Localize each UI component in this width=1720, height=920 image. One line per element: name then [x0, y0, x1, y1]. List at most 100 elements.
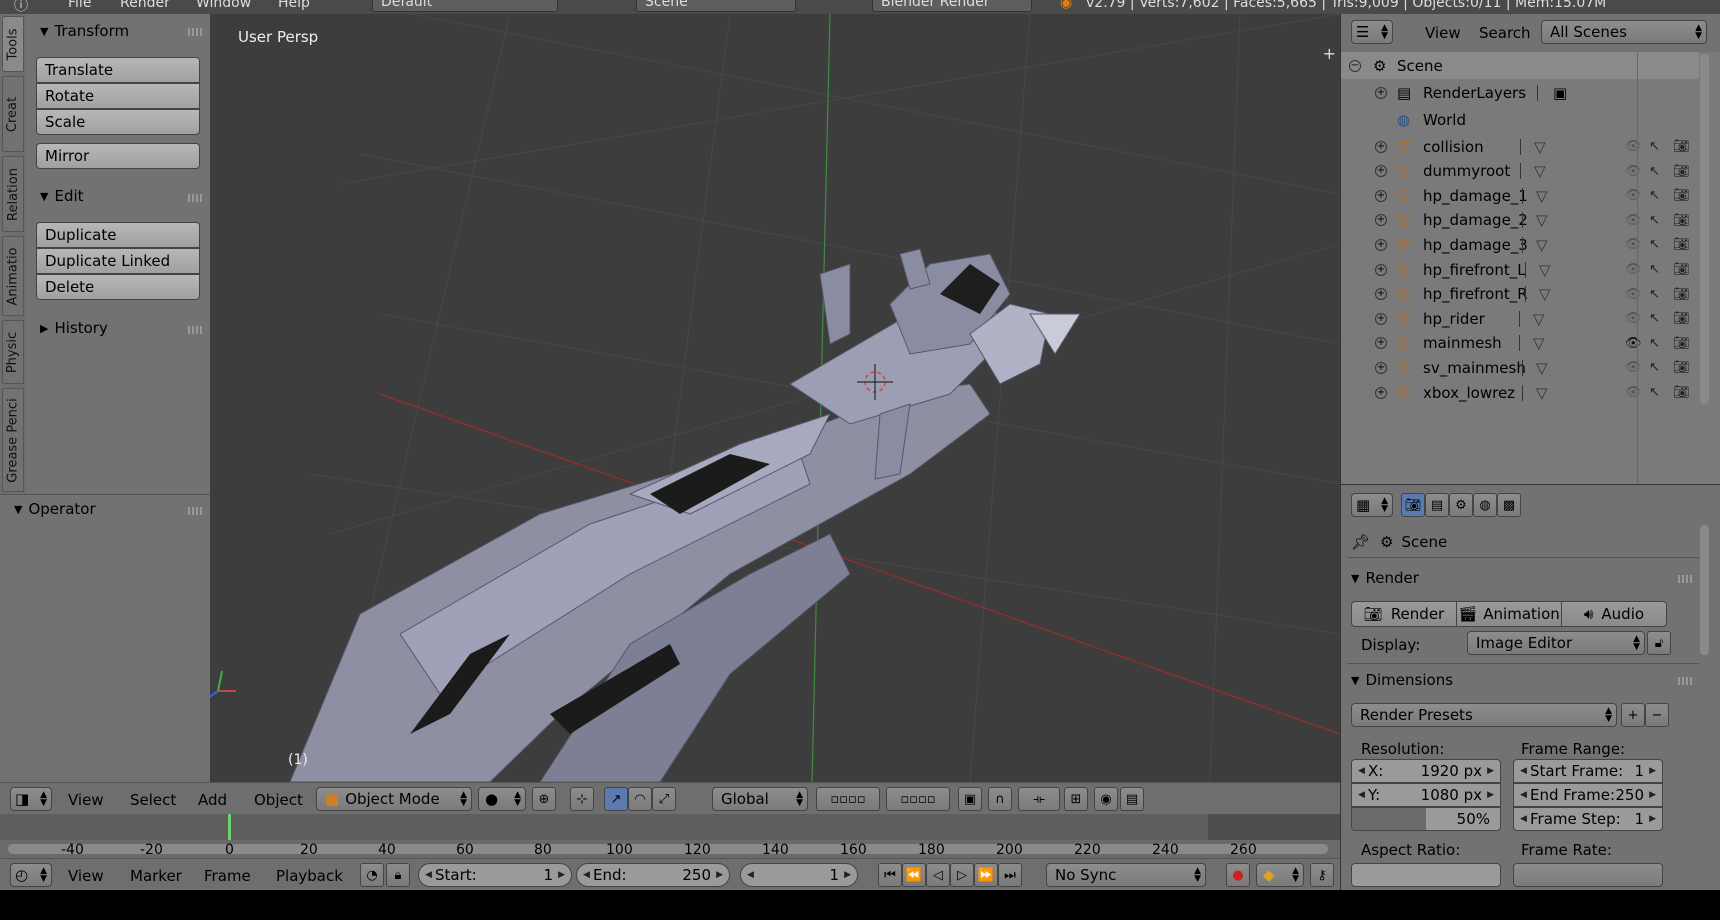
- selectability-arrow-icon[interactable]: ↖: [1649, 213, 1660, 228]
- selectability-arrow-icon[interactable]: ↖: [1649, 287, 1660, 302]
- rotate-button[interactable]: Rotate: [36, 83, 200, 109]
- renderability-camera-icon[interactable]: 📷︎: [1673, 385, 1690, 400]
- selectability-arrow-icon[interactable]: ↖: [1649, 262, 1660, 277]
- outliner-row-renderlayers[interactable]: + ▤ RenderLayers ▣: [1341, 79, 1699, 106]
- current-frame-field[interactable]: ◀ 1 ▶: [740, 863, 858, 887]
- expand-icon[interactable]: +: [1375, 288, 1387, 301]
- renderability-camera-icon[interactable]: 📷︎: [1673, 287, 1690, 302]
- tab-relation[interactable]: Relation: [2, 156, 24, 232]
- resolution-x-field[interactable]: ◀ X: 1920 px ▶: [1351, 759, 1501, 783]
- world-context-icon[interactable]: ◍: [1473, 493, 1497, 517]
- duplicate-button[interactable]: Duplicate: [36, 222, 200, 248]
- render-context-icon[interactable]: 📷︎: [1401, 493, 1425, 517]
- outliner-row-scene[interactable]: − ⚙ Scene: [1341, 52, 1699, 79]
- visibility-eye-icon[interactable]: 👁︎: [1625, 188, 1642, 203]
- properties-scrollbar[interactable]: [1700, 525, 1709, 655]
- selectability-arrow-icon[interactable]: ↖: [1649, 139, 1660, 154]
- aspect-x-field[interactable]: [1351, 863, 1501, 887]
- orientation-selector[interactable]: Global ▲ ▼: [712, 787, 808, 811]
- visibility-eye-icon[interactable]: 👁︎: [1625, 360, 1642, 375]
- tab-tools[interactable]: Tools: [2, 16, 24, 72]
- expand-icon[interactable]: +: [1375, 337, 1387, 350]
- drag-grip-icon[interactable]: [188, 194, 202, 202]
- info-icon[interactable]: ⓘ: [14, 0, 28, 14]
- outliner-row-object[interactable]: + ▽ mainmesh ▽ 👁︎ ↖ 📷︎: [1341, 330, 1699, 357]
- 3d-viewport[interactable]: User Persp (1) +: [210, 14, 1340, 782]
- menu-object[interactable]: Object: [254, 791, 303, 809]
- outliner-row-object[interactable]: + ▽ dummyroot ▽ 👁︎ ↖ 📷︎: [1341, 158, 1699, 185]
- selectability-arrow-icon[interactable]: ↖: [1649, 237, 1660, 252]
- increment-arrow-icon[interactable]: ▶: [558, 870, 565, 880]
- tab-physics[interactable]: Physic: [2, 320, 24, 384]
- increment-arrow-icon[interactable]: ▶: [1487, 766, 1494, 776]
- timeline-menu-view[interactable]: View: [68, 867, 104, 885]
- mode-selector[interactable]: ■ Object Mode ▲ ▼: [316, 787, 472, 811]
- editor-type-selector[interactable]: ◨ ▲ ▼: [10, 787, 52, 811]
- render-animation-icon[interactable]: ▤: [1120, 787, 1144, 811]
- decrement-arrow-icon[interactable]: ◀: [583, 870, 590, 880]
- timeline-scrollbar[interactable]: [8, 844, 1328, 854]
- scene-selector[interactable]: Scene: [636, 0, 796, 12]
- expand-icon[interactable]: +: [1375, 214, 1387, 227]
- renderability-camera-icon[interactable]: 📷︎: [1673, 237, 1690, 252]
- rotate-manipulator-icon[interactable]: ◠: [628, 787, 652, 811]
- tab-animation[interactable]: Animatio: [2, 236, 24, 316]
- selectability-arrow-icon[interactable]: ↖: [1649, 188, 1660, 203]
- timeline-menu-marker[interactable]: Marker: [130, 867, 182, 885]
- outliner-row-object[interactable]: + ▽ hp_firefront_R ▽ 👁︎ ↖ 📷︎: [1341, 281, 1699, 308]
- decrement-arrow-icon[interactable]: ◀: [1520, 790, 1527, 800]
- increment-arrow-icon[interactable]: ▶: [1487, 790, 1494, 800]
- operator-panel-header[interactable]: ▼ Operator: [14, 499, 96, 519]
- drag-grip-icon[interactable]: [1678, 575, 1692, 583]
- menu-file[interactable]: File: [68, 0, 91, 11]
- resolution-y-field[interactable]: ◀ Y: 1080 px ▶: [1351, 783, 1501, 807]
- selectability-arrow-icon[interactable]: ↖: [1649, 311, 1660, 326]
- speeder-model[interactable]: [289, 248, 1081, 782]
- decrement-arrow-icon[interactable]: ◀: [747, 870, 754, 880]
- shading-selector[interactable]: ● ▲ ▼: [478, 787, 526, 811]
- renderability-camera-icon[interactable]: 📷︎: [1673, 188, 1690, 203]
- outliner-row-object[interactable]: + ▽ xbox_lowrez ▽ 👁︎ ↖ 📷︎: [1341, 379, 1699, 406]
- visibility-eye-icon[interactable]: 👁︎: [1625, 139, 1642, 154]
- expand-icon[interactable]: +: [1375, 189, 1387, 202]
- history-panel-header[interactable]: ▶ History: [40, 318, 108, 338]
- transform-panel-header[interactable]: ▼ Transform: [40, 21, 129, 41]
- visibility-eye-icon[interactable]: 👁︎: [1625, 385, 1642, 400]
- drag-grip-icon[interactable]: [188, 507, 202, 515]
- outliner-menu-search[interactable]: Search: [1479, 24, 1531, 42]
- preview-range-icon[interactable]: ◔: [360, 863, 384, 887]
- animation-button[interactable]: 🎬︎ Animation: [1456, 601, 1562, 627]
- display-mode-selector[interactable]: All Scenes ▲ ▼: [1541, 20, 1707, 44]
- snap-target-icon[interactable]: ⊞: [1064, 787, 1088, 811]
- visibility-eye-icon[interactable]: 👁︎: [1625, 237, 1642, 252]
- timeline-menu-playback[interactable]: Playback: [276, 867, 343, 885]
- lock-icon[interactable]: 🔒︎: [386, 863, 410, 887]
- menu-select[interactable]: Select: [130, 791, 176, 809]
- translate-manipulator-icon[interactable]: ↗: [604, 787, 628, 811]
- selectability-arrow-icon[interactable]: ↖: [1649, 336, 1660, 351]
- increment-arrow-icon[interactable]: ▶: [716, 870, 723, 880]
- layer-lock-icon[interactable]: ▣: [958, 787, 982, 811]
- texture-context-icon[interactable]: ▩: [1497, 493, 1521, 517]
- decrement-arrow-icon[interactable]: ◀: [1520, 814, 1527, 824]
- play-reverse-icon[interactable]: ◁: [926, 863, 950, 887]
- expand-icon[interactable]: +: [1375, 386, 1387, 399]
- selectability-arrow-icon[interactable]: ↖: [1649, 360, 1660, 375]
- renderability-camera-icon[interactable]: 📷︎: [1673, 164, 1690, 179]
- snap-element-icon[interactable]: ⟛: [1018, 787, 1060, 811]
- decrement-arrow-icon[interactable]: ◀: [1358, 766, 1365, 776]
- menu-help[interactable]: Help: [278, 0, 310, 11]
- timeline-scrollbar-track[interactable]: [0, 840, 1340, 858]
- expand-icon[interactable]: +: [1375, 165, 1387, 178]
- resolution-percentage-slider[interactable]: 50%: [1351, 807, 1501, 831]
- jump-to-keyframe-forward-icon[interactable]: ⏩: [974, 863, 998, 887]
- remove-preset-icon[interactable]: −: [1645, 703, 1669, 727]
- visibility-eye-icon[interactable]: 👁︎: [1625, 336, 1642, 351]
- jump-to-keyframe-back-icon[interactable]: ⏪: [902, 863, 926, 887]
- edit-panel-header[interactable]: ▼ Edit: [40, 186, 84, 206]
- expand-icon[interactable]: +: [1375, 312, 1387, 325]
- outliner-row-object[interactable]: + ▽ hp_rider ▽ 👁︎ ↖ 📷︎: [1341, 305, 1699, 332]
- expand-icon[interactable]: +: [1375, 263, 1387, 276]
- decrement-arrow-icon[interactable]: ◀: [425, 870, 432, 880]
- outliner-editor-type-selector[interactable]: ☰ ▲ ▼: [1351, 20, 1393, 44]
